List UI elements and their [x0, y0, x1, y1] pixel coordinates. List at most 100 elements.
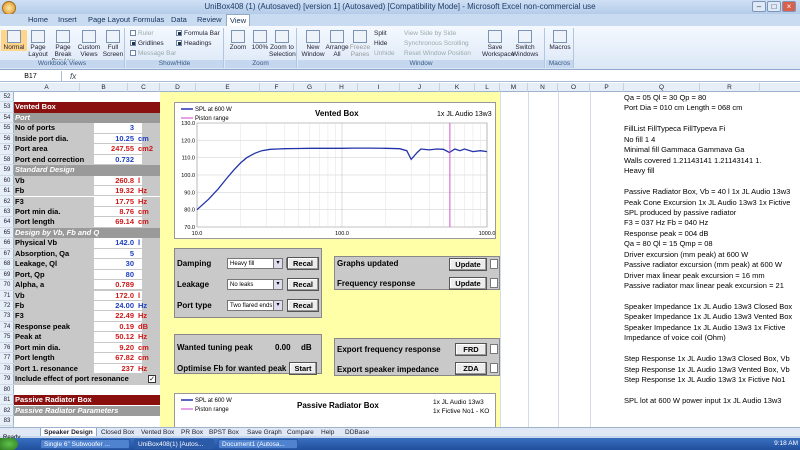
gridlines-checkbox[interactable]: Gridlines [130, 40, 164, 47]
tab-formulas[interactable]: Formulas [133, 15, 164, 24]
column-header[interactable]: I [358, 83, 400, 92]
column-header[interactable]: P [590, 83, 624, 92]
row-header[interactable]: 55 [0, 123, 14, 134]
graphs-update-button[interactable]: Update [449, 258, 487, 271]
row-header[interactable]: 74 [0, 322, 14, 333]
param-value[interactable]: 260.8 [115, 176, 134, 186]
row-header[interactable]: 62 [0, 197, 14, 207]
param-value[interactable]: 0.732 [115, 155, 134, 165]
tab-review[interactable]: Review [197, 15, 222, 24]
column-header[interactable]: G [294, 83, 326, 92]
column-header[interactable]: O [558, 83, 590, 92]
row-header[interactable]: 80 [0, 385, 14, 396]
param-value[interactable]: 247.55 [111, 144, 134, 154]
row-header[interactable]: 66 [0, 238, 14, 249]
frd-button[interactable]: FRD [455, 343, 487, 356]
row-header[interactable]: 56 [0, 134, 14, 145]
row-header[interactable]: 81 [0, 395, 14, 406]
param-cell[interactable] [94, 363, 142, 374]
param-cell[interactable] [94, 269, 142, 280]
message-bar-checkbox[interactable]: Message Bar [130, 50, 176, 57]
sync-scroll-button[interactable]: Synchronous Scrolling [404, 40, 469, 47]
port-type-select[interactable]: Two flared ends ▾ [227, 300, 283, 311]
freeze-panes-button[interactable]: Freeze Panes [347, 30, 373, 58]
maximize-icon[interactable]: □ [767, 1, 781, 12]
name-box[interactable]: B17 [0, 71, 62, 82]
taskbar-item[interactable]: UniBox408(1) [Autos... [134, 439, 214, 449]
optimise-start-button[interactable]: Start [289, 362, 317, 375]
headings-checkbox[interactable]: Headings [176, 40, 211, 47]
row-header[interactable]: 60 [0, 176, 14, 187]
param-value[interactable]: 172.0 [115, 291, 134, 301]
row-header[interactable]: 71 [0, 291, 14, 301]
reset-window-button[interactable]: Reset Window Position [404, 50, 471, 57]
zoom-selection-button[interactable]: Zoom to Selection [269, 30, 296, 58]
ruler-checkbox[interactable]: Ruler [130, 30, 154, 37]
param-value[interactable]: 0.789 [115, 280, 134, 290]
row-header[interactable]: 59 [0, 165, 14, 176]
side-by-side-button[interactable]: View Side by Side [404, 30, 456, 37]
wanted-tuning-value[interactable]: 0.00 [275, 343, 291, 352]
leakage-recal-button[interactable]: Recal [287, 278, 319, 291]
param-value[interactable]: 24.00 [115, 301, 134, 311]
port-type-recal-button[interactable]: Recal [287, 299, 319, 312]
param-cell[interactable] [94, 321, 142, 332]
param-value[interactable]: 9.20 [119, 343, 134, 353]
damping-recal-button[interactable]: Recal [287, 257, 319, 270]
vented-box-chart[interactable]: SPL at 600 W Piston range Vented Box 1x … [174, 102, 496, 239]
close-icon[interactable]: × [782, 1, 796, 12]
param-cell[interactable] [94, 206, 142, 217]
tab-page-layout[interactable]: Page Layout [88, 15, 130, 24]
param-value[interactable]: 19.32 [115, 186, 134, 196]
row-header[interactable]: 70 [0, 280, 14, 291]
column-header[interactable]: H [326, 83, 358, 92]
tab-insert[interactable]: Insert [58, 15, 77, 24]
column-header[interactable]: J [400, 83, 440, 92]
row-header[interactable]: 79 [0, 374, 14, 385]
row-header[interactable]: 64 [0, 217, 14, 228]
page-layout-button[interactable]: Page Layout [25, 30, 51, 58]
column-header[interactable]: C [128, 83, 160, 92]
formula-bar-checkbox[interactable]: Formula Bar [176, 30, 220, 37]
param-value[interactable]: 50.12 [115, 332, 134, 342]
tab-home[interactable]: Home [28, 15, 48, 24]
freq-update-button[interactable]: Update [449, 277, 487, 290]
row-header[interactable]: 77 [0, 353, 14, 364]
row-header[interactable]: 53 [0, 102, 14, 113]
column-header[interactable]: R [700, 83, 760, 92]
new-window-button[interactable]: New Window [300, 30, 326, 58]
param-value[interactable]: 5 [130, 249, 134, 259]
param-value[interactable]: 237 [121, 364, 134, 374]
row-header[interactable]: 52 [0, 92, 14, 103]
macros-button[interactable]: Macros [547, 30, 573, 51]
zda-button[interactable]: ZDA [455, 362, 487, 375]
column-header[interactable]: Q [624, 83, 700, 92]
tab-data[interactable]: Data [171, 15, 187, 24]
row-header[interactable]: 58 [0, 155, 14, 166]
save-workspace-button[interactable]: Save Workspace [482, 30, 514, 58]
row-header[interactable]: 76 [0, 343, 14, 354]
param-cell[interactable] [94, 248, 142, 259]
row-header[interactable]: 69 [0, 270, 14, 281]
column-header[interactable]: N [528, 83, 558, 92]
row-header[interactable]: 57 [0, 144, 14, 155]
row-header[interactable]: 75 [0, 332, 14, 343]
param-value[interactable]: 142.0 [115, 238, 134, 248]
switch-windows-button[interactable]: Switch Windows [512, 30, 538, 58]
include-checkbox[interactable]: ✓ [148, 375, 156, 384]
row-header[interactable]: 63 [0, 207, 14, 218]
row-header[interactable]: 82 [0, 406, 14, 416]
param-value[interactable]: 30 [126, 259, 134, 269]
full-screen-button[interactable]: Full Screen [100, 30, 126, 58]
row-header[interactable]: 61 [0, 186, 14, 197]
param-cell[interactable] [94, 259, 142, 269]
column-header[interactable]: F [260, 83, 294, 92]
split-button[interactable]: Split [374, 30, 387, 37]
minimize-icon[interactable]: – [752, 1, 766, 12]
param-value[interactable]: 22.49 [115, 311, 134, 321]
fx-icon[interactable]: fx [70, 71, 76, 82]
row-header[interactable]: 73 [0, 311, 14, 322]
param-value[interactable]: 17.75 [115, 197, 134, 207]
column-header[interactable]: A [14, 83, 80, 92]
row-header[interactable]: 78 [0, 364, 14, 375]
